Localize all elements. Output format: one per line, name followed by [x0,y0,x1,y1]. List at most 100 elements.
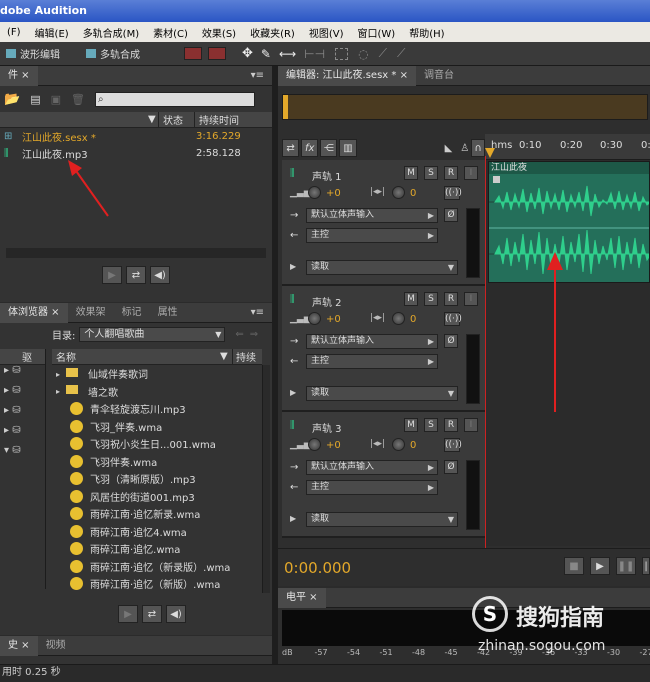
drive-item[interactable]: ▸ ⛁ [0,405,45,425]
metronome-icon[interactable]: ♙ [460,143,469,154]
stereo-button[interactable]: ((·)) [444,438,462,452]
tab-markers[interactable]: 标记 [114,303,150,323]
waveform-view-button[interactable]: 波形编辑 [0,45,66,63]
panel-menu-icon[interactable]: ▾≡ [251,307,264,318]
list-item[interactable]: ▸ 墙之歌 [52,383,262,401]
drive-item[interactable]: ▸ ⛁ [0,385,45,405]
files-hscrollbar[interactable] [6,248,266,258]
expand-arrow-icon[interactable]: ▶ [290,262,296,271]
duration-column-header[interactable]: 持续 [232,349,256,364]
track-name[interactable]: 声轨 3 [312,420,342,435]
solo-button[interactable]: S [424,418,438,432]
volume-value[interactable]: +0 [326,188,341,199]
timeline-ruler[interactable]: hms 0:10 0:20 0:30 0:4 [485,134,650,160]
multitrack-view-button[interactable]: 多轨合成 [80,45,146,63]
automation-mode-select[interactable]: 读取 ▼ [306,386,458,401]
volume-value[interactable]: +0 [326,440,341,451]
input-select[interactable]: 默认立体声输入 ▶ [306,460,438,475]
pan-value[interactable]: 0 [410,314,416,325]
pause-button[interactable]: ❚❚ [616,557,636,575]
duration-column-header[interactable]: 持续时间 [194,112,239,127]
tab-mixer[interactable]: 调音台 [416,66,462,86]
input-select[interactable]: 默认立体声输入 ▶ [306,208,438,223]
input-monitor-button[interactable]: I [464,166,478,180]
pan-value[interactable]: 0 [410,188,416,199]
automation-mode-select[interactable]: 读取 ▼ [306,512,458,527]
list-item[interactable]: 飞羽（清晰原版）.mp3 [52,470,262,488]
snapping-icon[interactable]: ◣ [445,143,453,154]
tab-history[interactable]: 史 × [0,635,38,656]
stereo-button[interactable]: ((·)) [444,186,462,200]
input-select[interactable]: 默认立体声输入 ▶ [306,334,438,349]
io-icon[interactable]: ⇄ [282,139,300,157]
time-selection-tool-icon[interactable]: ⟷ [279,47,296,61]
list-item[interactable]: 雨碎江南·追忆（新录版）.wma [52,558,262,576]
send-icon[interactable]: ⋲ [320,139,338,157]
name-column-header[interactable]: 名称 [52,349,220,364]
menu-file[interactable]: (F) [0,27,28,38]
menu-view[interactable]: 视图(V) [302,25,351,40]
slip-tool-icon[interactable]: ⊢⊣ [304,47,325,61]
phase-invert-button[interactable]: Ø [444,208,458,222]
expand-arrow-icon[interactable]: ▶ [290,514,296,523]
pan-value[interactable]: 0 [410,440,416,451]
output-select[interactable]: 主控 ▶ [306,480,438,495]
solo-button[interactable]: S [424,292,438,306]
playhead-marker[interactable] [485,148,495,158]
healing-tool-icon[interactable]: ⟋ [397,46,405,61]
overview-bar[interactable] [282,94,648,120]
record-arm-button[interactable]: R [444,292,458,306]
list-item[interactable]: 雨碎江南·追忆4.wma [52,523,262,541]
brush-tool-icon[interactable]: ⟋ [379,46,387,61]
menu-effects[interactable]: 效果(S) [195,25,243,40]
pan-knob[interactable] [392,186,405,199]
drive-item[interactable]: ▸ ⛁ [0,425,45,445]
tab-properties[interactable]: 属性 [150,303,186,323]
list-item[interactable]: 雨碎江南·追忆新录.wma [52,505,262,523]
browser-vscrollbar[interactable] [262,365,270,593]
forward-arrow-icon[interactable]: ⇒ [250,329,258,340]
menu-help[interactable]: 帮助(H) [402,25,451,40]
lasso-tool-icon[interactable]: ◌ [358,47,368,61]
move-tool-icon[interactable]: ✥ [242,46,253,61]
phase-invert-button[interactable]: Ø [444,460,458,474]
list-item[interactable]: 风居住的街道001.mp3 [52,488,262,506]
menu-edit[interactable]: 编辑(E) [28,25,76,40]
menu-favorites[interactable]: 收藏夹(R) [243,25,302,40]
time-display[interactable]: 0:00.000 [284,559,351,577]
insert-icon[interactable]: ▣ [51,93,61,106]
volume-knob[interactable] [308,186,321,199]
mute-button[interactable]: M [404,166,418,180]
file-row[interactable]: ⊞ 江山此夜.sesx * 3:16.229 [0,128,272,145]
solo-button[interactable]: S [424,166,438,180]
stop-button[interactable]: ■ [564,557,584,575]
menu-clip[interactable]: 素材(C) [146,25,195,40]
sort-arrow-icon[interactable]: ▼ [220,351,232,362]
track-name[interactable]: 声轨 1 [312,168,342,183]
volume-knob[interactable] [308,312,321,325]
spectral-display-icon[interactable] [184,47,202,60]
tab-effects-rack[interactable]: 效果架 [68,303,114,323]
move-to-start-button[interactable]: | [642,557,650,575]
loop-preview-button[interactable]: ⇄ [126,266,146,284]
directory-select[interactable]: 个人翻唱歌曲 ▼ [79,326,226,342]
expand-arrow-icon[interactable]: ▶ [290,388,296,397]
tab-video[interactable]: 视频 [38,636,74,656]
stereo-button[interactable]: ((·)) [444,312,462,326]
drive-item[interactable]: ▸ ⛁ [0,365,45,385]
list-item[interactable]: 飞羽_伴奏.wma [52,418,262,436]
pan-knob[interactable] [392,312,405,325]
input-monitor-button[interactable]: I [464,292,478,306]
menu-multitrack[interactable]: 多轨合成(M) [76,25,146,40]
fx-icon[interactable]: fx [301,139,319,157]
play-button[interactable]: ▶ [590,557,610,575]
record-arm-button[interactable]: R [444,418,458,432]
loop-preview-button[interactable]: ⇄ [142,605,162,623]
tab-files[interactable]: 件 × [0,65,38,86]
output-select[interactable]: 主控 ▶ [306,354,438,369]
phase-invert-button[interactable]: Ø [444,334,458,348]
input-monitor-button[interactable]: I [464,418,478,432]
razor-tool-icon[interactable]: ✎ [261,47,271,61]
marquee-tool-icon[interactable] [335,47,349,60]
play-preview-button[interactable]: ▶ [102,266,122,284]
